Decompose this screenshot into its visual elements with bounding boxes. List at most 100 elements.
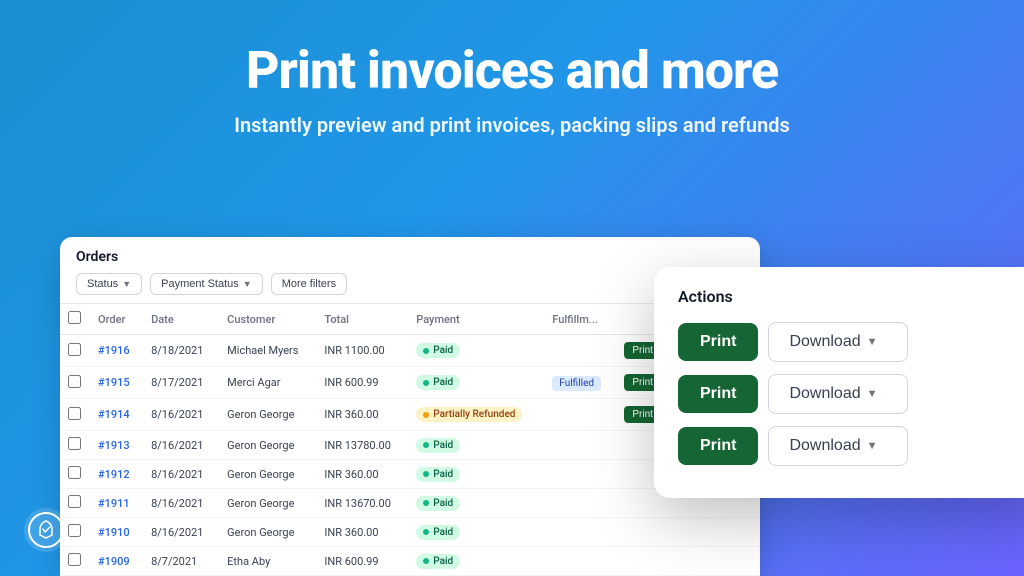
payment-badge: Partially Refunded — [416, 407, 522, 422]
print-button-2[interactable]: Print — [678, 375, 758, 413]
row-checkbox-1[interactable] — [68, 375, 81, 388]
order-total: INR 360.00 — [316, 460, 408, 489]
fulfillment-cell — [544, 518, 616, 547]
order-total: INR 360.00 — [316, 399, 408, 431]
hero-title: Print invoices and more — [20, 40, 1004, 101]
print-button-3[interactable]: Print — [678, 427, 758, 465]
hero-section: Print invoices and more Instantly previe… — [0, 0, 1024, 157]
order-id: #1909 — [98, 555, 130, 568]
payment-badge: Paid — [416, 375, 460, 390]
row-checkbox-4[interactable] — [68, 466, 81, 479]
chevron-down-icon: ▼ — [122, 279, 131, 289]
action-cell-empty — [616, 518, 760, 547]
select-all-checkbox[interactable] — [68, 311, 81, 324]
col-total: Total — [316, 304, 408, 335]
table-row: #1909 8/7/2021Etha AbyINR 600.99 Paid — [60, 547, 760, 576]
customer-name: Merci Agar — [219, 367, 316, 399]
action-cell-empty — [616, 547, 760, 576]
order-date: 8/16/2021 — [143, 431, 219, 460]
col-customer: Customer — [219, 304, 316, 335]
row-checkbox-3[interactable] — [68, 437, 81, 450]
chevron-down-icon: ▼ — [867, 388, 878, 400]
logo — [24, 508, 68, 552]
order-total: INR 1100.00 — [316, 335, 408, 367]
table-row: #19118/16/2021Geron GeorgeINR 13670.00Pa… — [60, 489, 760, 518]
action-row-2: Print Download ▼ — [678, 374, 1024, 414]
order-id: #1912 — [98, 468, 130, 481]
order-id: #1915 — [98, 376, 130, 389]
fulfillment-cell — [544, 431, 616, 460]
more-filters-label: More filters — [282, 278, 336, 290]
payment-status-label: Payment Status — [161, 278, 239, 290]
status-filter-label: Status — [87, 278, 118, 290]
order-id: #1913 — [98, 439, 130, 452]
order-date: 8/16/2021 — [143, 489, 219, 518]
row-checkbox-6[interactable] — [68, 524, 81, 537]
row-checkbox-2[interactable] — [68, 407, 81, 420]
download-button-1[interactable]: Download ▼ — [768, 322, 908, 362]
order-id: #1911 — [98, 497, 130, 510]
order-date: 8/7/2021 — [143, 547, 219, 576]
more-filters-button[interactable]: More filters — [271, 273, 347, 295]
order-date: 8/16/2021 — [143, 399, 219, 431]
order-date: 8/18/2021 — [143, 335, 219, 367]
print-button-1[interactable]: Print — [678, 323, 758, 361]
fulfillment-cell — [544, 460, 616, 489]
order-id: #1910 — [98, 526, 130, 539]
row-checkbox-5[interactable] — [68, 495, 81, 508]
logo-symbol — [28, 512, 64, 548]
row-checkbox-0[interactable] — [68, 343, 81, 356]
fulfillment-cell — [544, 399, 616, 431]
filter-bar: Status ▼ Payment Status ▼ More filters — [76, 273, 744, 295]
order-total: INR 360.00 — [316, 518, 408, 547]
row-checkbox-7[interactable] — [68, 553, 81, 566]
download-label-3: Download — [789, 437, 860, 455]
download-button-2[interactable]: Download ▼ — [768, 374, 908, 414]
status-filter[interactable]: Status ▼ — [76, 273, 142, 295]
col-date: Date — [143, 304, 219, 335]
card-title: Orders — [76, 249, 744, 265]
fulfillment-cell — [544, 335, 616, 367]
order-total: INR 600.99 — [316, 367, 408, 399]
payment-status-filter[interactable]: Payment Status ▼ — [150, 273, 263, 295]
card-container: Orders Status ▼ Payment Status ▼ More fi… — [60, 237, 1024, 576]
payment-badge: Paid — [416, 525, 460, 540]
action-row-1: Print Download ▼ — [678, 322, 1024, 362]
order-id: #1914 — [98, 408, 130, 421]
col-fulfillment: Fulfillm... — [544, 304, 616, 335]
actions-panel: Actions Print Download ▼ Print Download … — [654, 267, 1024, 498]
table-row: #1910 8/16/2021Geron GeorgeINR 360.00 Paid — [60, 518, 760, 547]
fulfillment-badge: Fulfilled — [552, 376, 601, 391]
customer-name: Geron George — [219, 431, 316, 460]
order-id: #1916 — [98, 344, 130, 357]
customer-name: Michael Myers — [219, 335, 316, 367]
col-payment: Payment — [408, 304, 544, 335]
chevron-down-icon: ▼ — [867, 336, 878, 348]
order-date: 8/16/2021 — [143, 460, 219, 489]
payment-badge: Paid — [416, 343, 460, 358]
fulfillment-cell — [544, 489, 616, 518]
chevron-down-icon: ▼ — [243, 279, 252, 289]
hero-subtitle: Instantly preview and print invoices, pa… — [20, 113, 1004, 137]
download-button-3[interactable]: Download ▼ — [768, 426, 908, 466]
col-order: Order — [90, 304, 143, 335]
payment-badge: Paid — [416, 554, 460, 569]
order-date: 8/17/2021 — [143, 367, 219, 399]
order-date: 8/16/2021 — [143, 518, 219, 547]
payment-badge: Paid — [416, 467, 460, 482]
customer-name: Geron George — [219, 518, 316, 547]
fulfillment-cell — [544, 547, 616, 576]
chevron-down-icon: ▼ — [867, 440, 878, 452]
customer-name: Geron George — [219, 489, 316, 518]
customer-name: Geron George — [219, 399, 316, 431]
download-label-2: Download — [789, 385, 860, 403]
action-row-3: Print Download ▼ — [678, 426, 1024, 466]
order-total: INR 600.99 — [316, 547, 408, 576]
download-label-1: Download — [789, 333, 860, 351]
payment-badge: Paid — [416, 496, 460, 511]
actions-panel-title: Actions — [678, 287, 1024, 306]
customer-name: Etha Aby — [219, 547, 316, 576]
payment-badge: Paid — [416, 438, 460, 453]
customer-name: Geron George — [219, 460, 316, 489]
order-total: INR 13780.00 — [316, 431, 408, 460]
